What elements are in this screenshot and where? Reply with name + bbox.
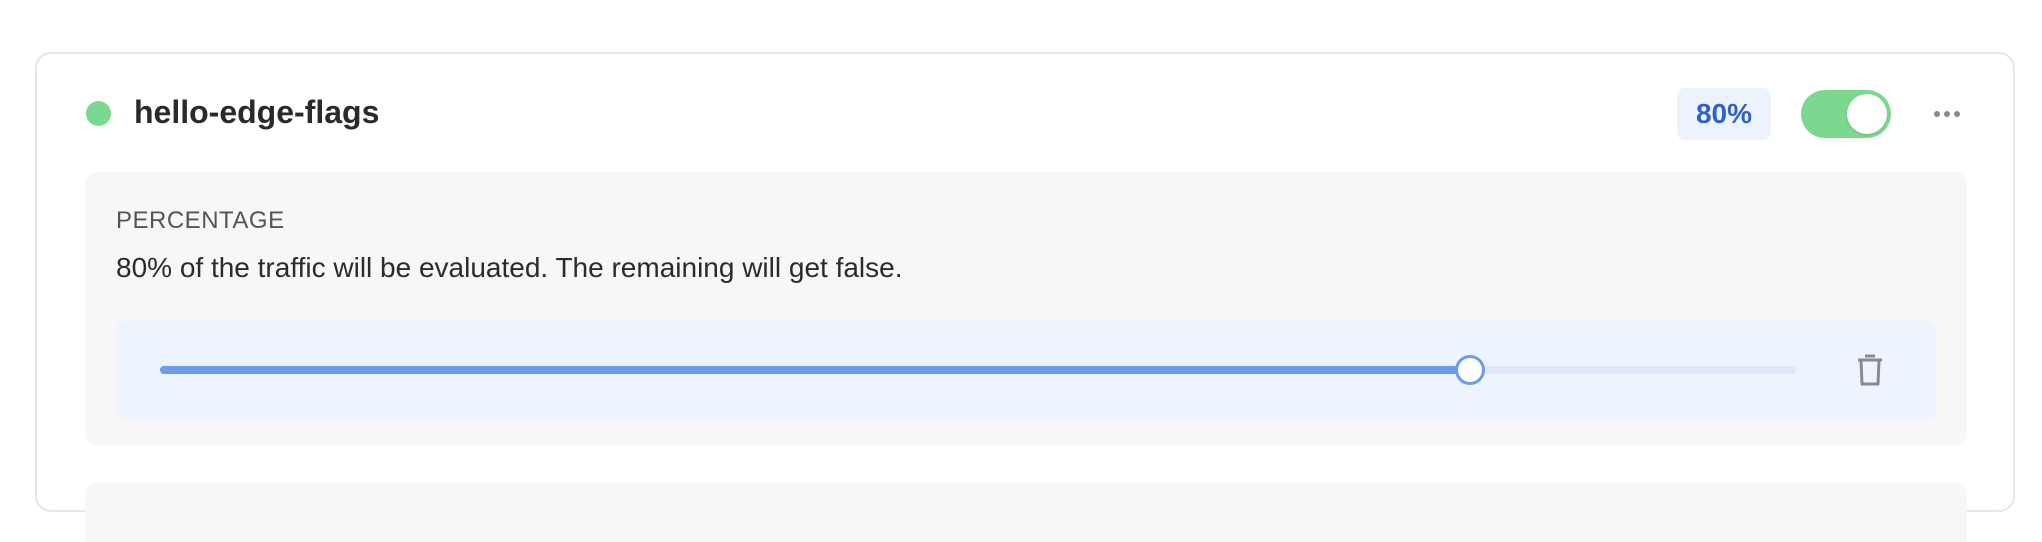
toggle-knob [1847,94,1887,134]
percentage-slider-track[interactable] [160,355,1796,385]
flag-header: hello-edge-flags 80% [37,54,2013,170]
delete-rule-button[interactable] [1852,351,1888,389]
trash-icon [1858,354,1882,386]
percentage-slider-thumb[interactable] [1454,355,1485,385]
status-dot-icon [86,101,111,126]
next-rule-panel [85,482,1967,542]
flag-card: hello-edge-flags 80% PERCENTAGE 80% of t… [35,52,2015,542]
more-options-button[interactable] [1927,100,1967,128]
slider-container [116,321,1936,419]
rule-type-label: PERCENTAGE [116,207,285,234]
percentage-badge: 80% [1677,88,1771,140]
rule-description: 80% of the traffic will be evaluated. Th… [116,252,903,283]
percentage-slider-fill [160,366,1469,374]
rule-panel: PERCENTAGE 80% of the traffic will be ev… [85,172,1967,446]
flag-enabled-toggle[interactable] [1801,90,1891,138]
flag-name: hello-edge-flags [134,94,380,130]
more-horizontal-icon [1934,111,1940,117]
